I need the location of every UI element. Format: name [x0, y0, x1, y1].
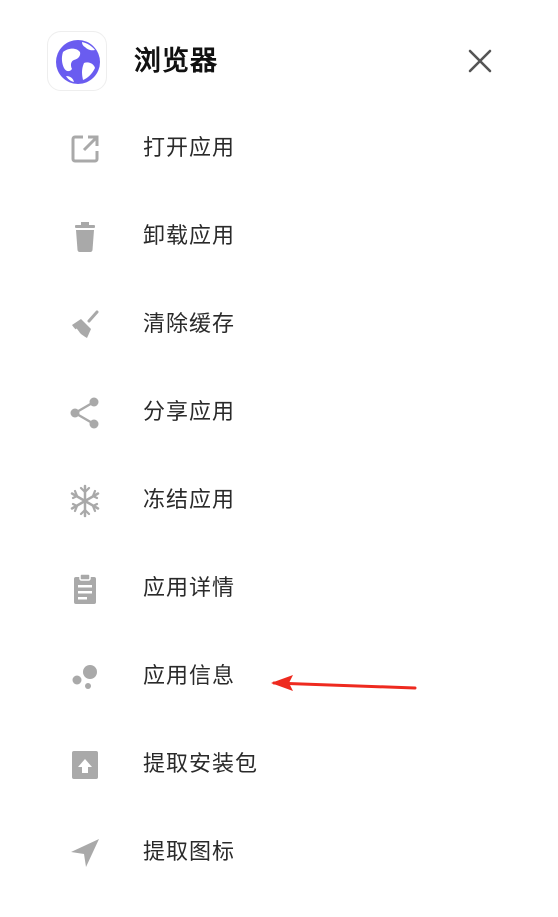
clipboard-icon [67, 571, 103, 607]
extract-icon-item[interactable]: 提取图标 [0, 809, 558, 897]
open-app-item[interactable]: 打开应用 [0, 105, 558, 193]
open-external-icon [67, 131, 103, 167]
broom-icon [67, 307, 103, 343]
snowflake-icon [67, 483, 103, 519]
close-icon [468, 49, 492, 73]
trash-icon [67, 219, 103, 255]
clear-cache-label: 清除缓存 [143, 312, 236, 337]
extract-package-icon [67, 747, 103, 783]
clear-cache-item[interactable]: 清除缓存 [0, 281, 558, 369]
extract-package-item[interactable]: 提取安装包 [0, 721, 558, 809]
app-details-item[interactable]: 应用详情 [0, 545, 558, 633]
share-app-item[interactable]: 分享应用 [0, 369, 558, 457]
freeze-app-item[interactable]: 冻结应用 [0, 457, 558, 545]
app-details-label: 应用详情 [143, 576, 236, 601]
app-info-label: 应用信息 [143, 664, 236, 689]
globe-icon [56, 40, 100, 84]
share-app-label: 分享应用 [143, 400, 236, 425]
navigation-arrow-icon [67, 835, 103, 871]
app-action-menu: 打开应用 卸载应用 清除缓存 分享应用 冻结应用 应用详情 应用信息 提取安装包… [0, 105, 558, 897]
extract-icon-label: 提取图标 [143, 840, 236, 865]
app-icon [47, 31, 107, 91]
uninstall-app-label: 卸载应用 [143, 224, 236, 249]
freeze-app-label: 冻结应用 [143, 488, 236, 513]
extract-package-label: 提取安装包 [143, 752, 259, 777]
open-app-label: 打开应用 [143, 136, 236, 161]
share-icon [67, 395, 103, 431]
bubbles-icon [67, 659, 103, 695]
app-title: 浏览器 [134, 46, 218, 77]
uninstall-app-item[interactable]: 卸载应用 [0, 193, 558, 281]
app-info-item[interactable]: 应用信息 [0, 633, 558, 721]
close-button[interactable] [460, 41, 500, 81]
